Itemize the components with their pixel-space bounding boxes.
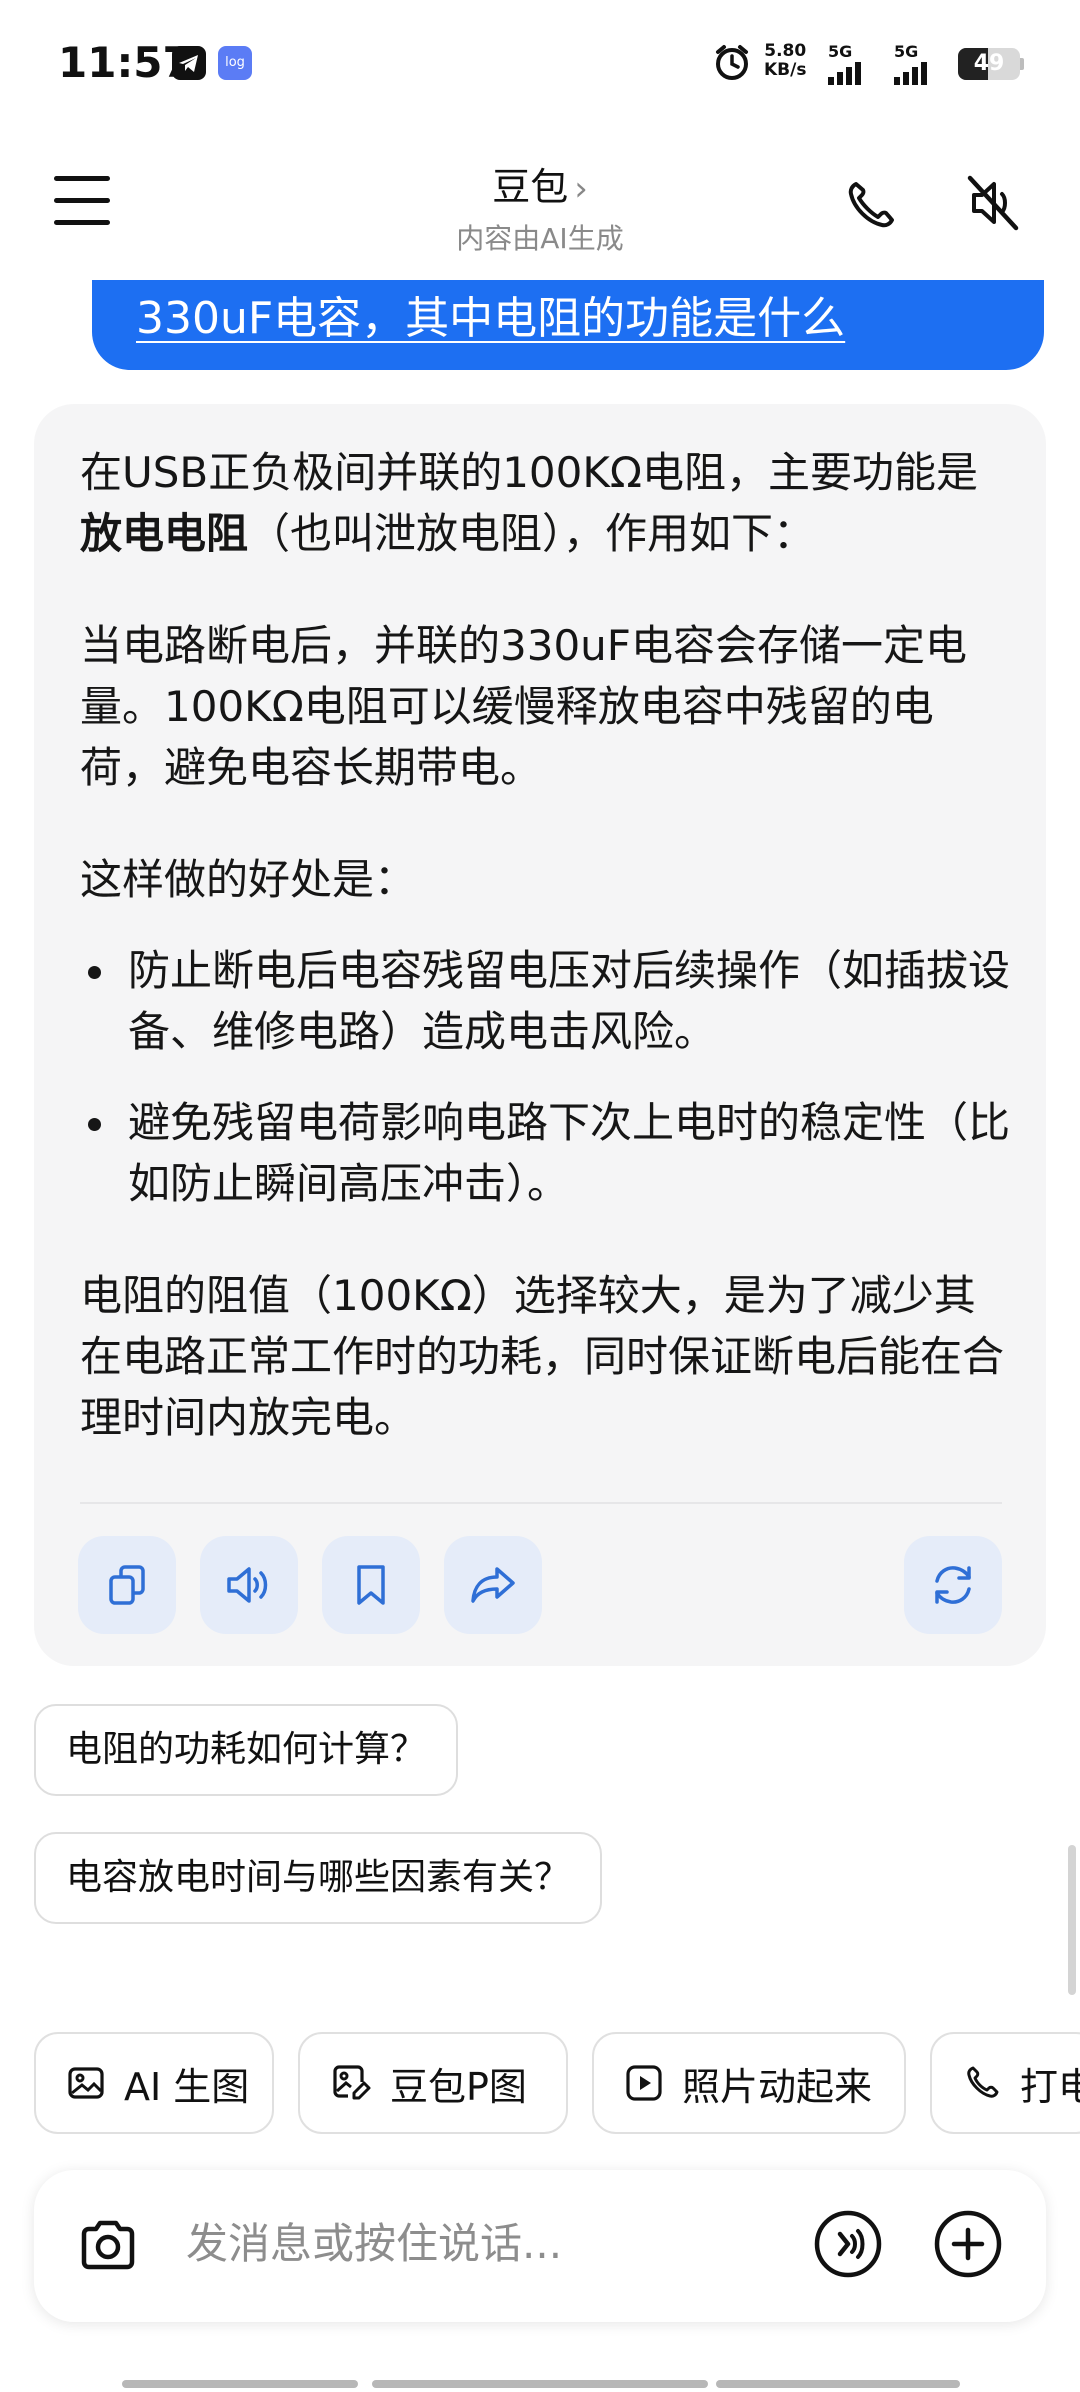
list-item: 避免残留电荷影响电路下次上电时的稳定性（比如防止瞬间高压冲击）。 xyxy=(80,1092,1010,1214)
ai-paragraph-4: 电阻的阻值（100KΩ）选择较大，是为了减少其在电路正常工作时的功耗，同时保证断… xyxy=(80,1271,1005,1442)
menu-button[interactable] xyxy=(54,176,114,226)
phone-call-button[interactable] xyxy=(840,176,900,236)
read-aloud-button[interactable] xyxy=(200,1536,298,1634)
phone-icon xyxy=(848,182,894,228)
animate-photo-chip[interactable]: 照片动起来 xyxy=(592,2032,906,2134)
battery-icon: 49 xyxy=(958,48,1020,80)
copy-button[interactable] xyxy=(78,1536,176,1634)
bot-name: 豆包 xyxy=(492,165,569,209)
ai-bold-text: 放电电阻 xyxy=(80,509,249,558)
speaker-icon xyxy=(227,1567,268,1603)
scrollbar[interactable] xyxy=(1068,1845,1076,1995)
speed-value: 5.80 xyxy=(764,41,807,61)
ai-paragraph-2: 当电路断电后，并联的330uF电容会存储一定电量。100KΩ电阻可以缓慢释放电容… xyxy=(80,621,967,792)
nav-indicator xyxy=(372,2380,708,2388)
chat-header: 豆包 › 内容由AI生成 xyxy=(0,140,1080,280)
ai-text: 在USB正负极间并联的100KΩ电阻，主要功能是 xyxy=(80,448,979,497)
camera-button[interactable] xyxy=(72,2210,144,2282)
speaker-mute-button[interactable] xyxy=(960,170,1026,236)
ai-disclaimer: 内容由AI生成 xyxy=(456,222,624,255)
suggestion-chip[interactable]: 电阻的功耗如何计算？ xyxy=(34,1704,459,1796)
bullet-dot xyxy=(88,966,101,979)
alarm-icon xyxy=(712,42,752,86)
speed-unit: KB/s xyxy=(764,60,807,80)
play-icon xyxy=(626,2065,662,2101)
suggestion-chip[interactable]: 电容放电时间与哪些因素有关？ xyxy=(34,1832,603,1924)
share-button[interactable] xyxy=(444,1536,542,1634)
battery-nub xyxy=(1020,58,1024,70)
nav-indicator xyxy=(122,2380,358,2388)
chip-label: 照片动起来 xyxy=(682,2064,873,2109)
regenerate-icon xyxy=(935,1566,971,1604)
share-icon xyxy=(471,1567,515,1603)
log-app-icon: log xyxy=(218,46,252,80)
network-type-2: 5G xyxy=(894,42,919,61)
ai-paragraph-3: 这样做的好处是： xyxy=(80,855,417,904)
phone-icon xyxy=(967,2066,999,2098)
plus-icon xyxy=(934,2210,1002,2278)
message-input-bar: 发消息或按住说话... xyxy=(34,2170,1046,2322)
add-button[interactable] xyxy=(932,2208,1004,2280)
ai-bullet-list: 防止断电后电容残留电压对后续操作（如插拔设备、维修电路）造成电击风险。 避免残留… xyxy=(80,940,1010,1214)
copy-icon xyxy=(109,1565,145,1605)
camera-icon xyxy=(81,2220,135,2270)
ai-response-card: 在USB正负极间并联的100KΩ电阻，主要功能是放电电阻（也叫泄放电阻），作用如… xyxy=(34,404,1046,1666)
telegram-icon xyxy=(172,46,206,80)
user-message-bubble[interactable]: 330uF电容，其中电阻的功能是什么 xyxy=(92,280,1044,370)
phone-call-chip[interactable]: 打电 xyxy=(930,2032,1080,2134)
ai-response-body: 在USB正负极间并联的100KΩ电阻，主要功能是放电电阻（也叫泄放电阻），作用如… xyxy=(80,442,1010,1499)
message-input[interactable]: 发消息或按住说话... xyxy=(186,2210,562,2271)
user-message-text: 330uF电容，其中电阻的功能是什么 xyxy=(136,293,846,344)
speaker-off-icon xyxy=(967,175,1019,231)
bullet-dot xyxy=(88,1118,101,1131)
bookmark-icon xyxy=(357,1565,385,1605)
regenerate-button[interactable] xyxy=(904,1536,1002,1634)
battery-level: 49 xyxy=(973,51,1005,76)
chevron-right-icon: › xyxy=(574,169,588,209)
chip-label: 打电 xyxy=(1020,2064,1080,2109)
network-speed: 5.80 KB/s xyxy=(764,42,806,80)
chip-label: 豆包P图 xyxy=(390,2064,527,2109)
voice-call-button[interactable] xyxy=(812,2208,884,2280)
ai-text: （也叫泄放电阻），作用如下： xyxy=(248,509,816,558)
photo-edit-icon xyxy=(333,2065,371,2100)
chip-label: AI 生图 xyxy=(124,2064,250,2109)
list-item-text: 防止断电后电容残留电压对后续操作（如插拔设备、维修电路）造成电击风险。 xyxy=(128,946,1011,1056)
photo-edit-chip[interactable]: 豆包P图 xyxy=(298,2032,568,2134)
bookmark-button[interactable] xyxy=(322,1536,420,1634)
status-bar: 11:57 log 5.80 KB/s 5G 5G 49 xyxy=(0,0,1080,130)
nav-indicator xyxy=(716,2380,960,2388)
divider xyxy=(80,1502,1002,1504)
image-icon xyxy=(68,2067,104,2099)
bot-title-area[interactable]: 豆包 › 内容由AI生成 xyxy=(340,156,740,257)
voice-wave-icon xyxy=(814,2210,882,2278)
bot-title: 豆包 › xyxy=(340,156,740,211)
list-item-text: 避免残留电荷影响电路下次上电时的稳定性（比如防止瞬间高压冲击）。 xyxy=(128,1098,1011,1208)
list-item: 防止断电后电容残留电压对后续操作（如插拔设备、维修电路）造成电击风险。 xyxy=(80,940,1010,1062)
network-type-1: 5G xyxy=(828,42,853,61)
ai-image-chip[interactable]: AI 生图 xyxy=(34,2032,274,2134)
ai-paragraph-1: 在USB正负极间并联的100KΩ电阻，主要功能是放电电阻（也叫泄放电阻），作用如… xyxy=(80,442,1010,564)
